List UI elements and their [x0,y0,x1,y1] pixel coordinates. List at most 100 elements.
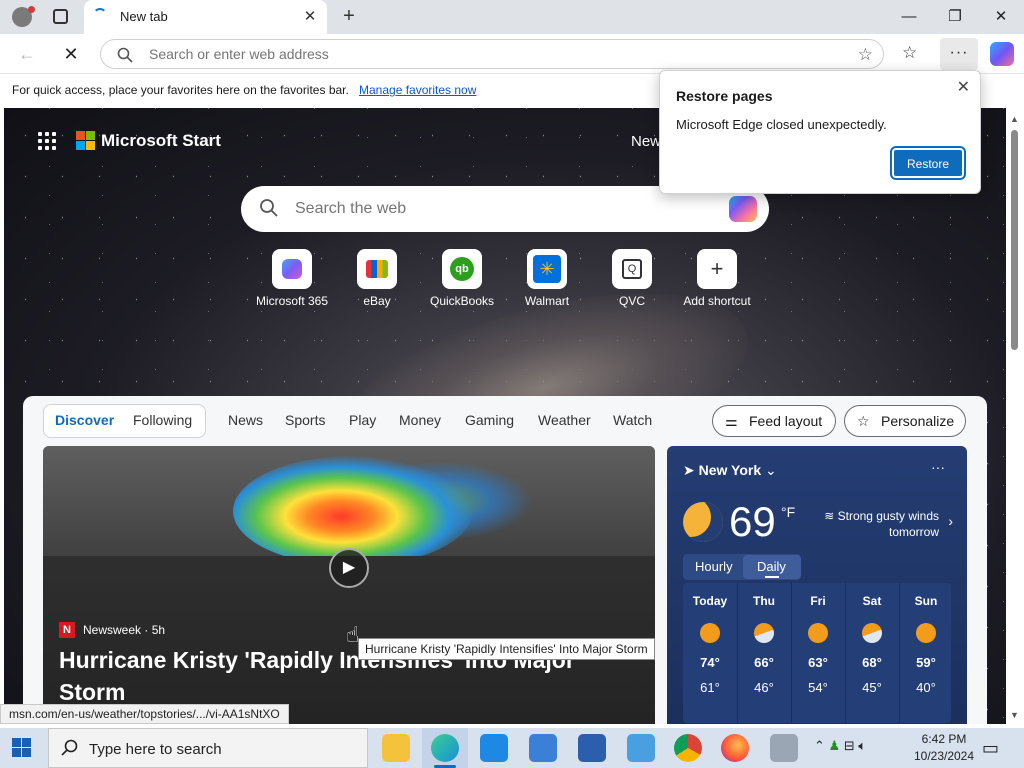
more-options-icon[interactable]: ··· [931,459,945,475]
back-button[interactable]: ← [14,42,40,66]
scroll-up-arrow-icon[interactable]: ▲ [1010,114,1019,124]
sun-icon [700,623,720,643]
qvc-icon: Q [622,259,642,279]
chrome-icon[interactable] [674,734,702,762]
search-icon [260,199,278,217]
paint-icon[interactable] [627,734,655,762]
mail-icon[interactable] [480,734,508,762]
forecast-day[interactable]: Fri 63° 54° [791,583,845,695]
stop-loading-button[interactable]: ✕ [58,42,84,66]
manage-favorites-link[interactable]: Manage favorites now [359,83,476,97]
taskbar-search-box[interactable]: Type here to search [48,728,368,768]
weather-location[interactable]: ➤ New York ⌄ [683,462,777,479]
forecast-day[interactable]: Today 74° 61° [683,583,737,695]
favorites-icon[interactable]: ☆ [902,43,917,63]
network-icon[interactable]: ⊟ [844,738,855,753]
page-scrollbar[interactable]: ▲ ▼ [1006,108,1024,724]
partly-cloudy-icon [862,623,882,643]
walmart-icon: ✳ [533,255,561,283]
tab-actions-icon[interactable] [53,9,68,24]
address-bar[interactable]: ☆ [100,39,884,69]
tab-gaming[interactable]: Gaming [465,412,514,428]
notification-icon[interactable]: ▭ [982,738,999,759]
hurricane-satellite-image [43,446,655,566]
tab-news[interactable]: News [228,412,263,428]
address-input[interactable] [149,40,829,68]
tab-watch[interactable]: Watch [613,412,652,428]
personalize-button[interactable]: ☆ Personalize [844,405,966,437]
tab-new-tab[interactable]: New tab ✕ [84,0,327,34]
chevron-up-icon[interactable]: ⌃ [814,738,825,753]
copilot-icon[interactable] [990,42,1014,66]
tab-daily[interactable]: Daily [757,559,786,574]
headline-tooltip: Hurricane Kristy 'Rapidly Intensifies' I… [358,638,655,660]
chevron-right-icon[interactable]: › [948,513,953,529]
restore-button[interactable]: Restore [890,146,966,180]
firefox-icon[interactable] [721,734,749,762]
forecast-day[interactable]: Sat 68° 45° [845,583,899,695]
tab-weather[interactable]: Weather [538,412,591,428]
status-url: msn.com/en-us/weather/topstories/.../vi-… [0,704,289,724]
new-tab-page: Microsoft Start New Microsoft 365 eBay q… [4,108,1006,724]
shortcut-microsoft-365[interactable]: Microsoft 365 [247,249,337,308]
close-tab-icon[interactable]: ✕ [301,8,319,26]
tab-sports[interactable]: Sports [285,412,325,428]
web-search-input[interactable] [295,186,695,232]
search-icon [61,739,78,756]
new-tab-button[interactable]: + [337,5,361,29]
shortcut-label: eBay [363,294,391,308]
shortcut-quickbooks[interactable]: qb QuickBooks [417,249,507,308]
system-tray[interactable]: ⌃ ♟ ⊟ 🔈︎ [814,738,866,754]
file-explorer-icon[interactable] [382,734,410,762]
forecast-day[interactable]: Sun 59° 40° [899,583,953,695]
shortcut-walmart[interactable]: ✳ Walmart [502,249,592,308]
title-bar: New tab ✕ + — ❐ ✕ [0,0,1024,34]
people-icon[interactable]: ♟ [829,738,841,753]
close-icon[interactable]: ✕ [957,77,970,97]
weather-card[interactable]: ➤ New York ⌄ ··· 69 °F ≋ Strong gusty wi… [667,446,967,724]
remote-desktop-icon[interactable] [770,734,798,762]
close-window-button[interactable]: ✕ [978,0,1024,34]
tab-money[interactable]: Money [399,412,441,428]
tab-play[interactable]: Play [349,412,376,428]
clock-date[interactable]: 10/23/2024 [908,749,980,763]
sun-icon [808,623,828,643]
restore-window-button[interactable]: ❐ [932,0,978,34]
hand-cursor-icon: ☝ [346,622,360,647]
sun-icon [916,623,936,643]
play-video-icon[interactable]: ▶ [329,548,369,588]
tab-hourly[interactable]: Hourly [695,559,733,574]
profile-alert-badge [28,6,35,13]
shortcut-ebay[interactable]: eBay [332,249,422,308]
forecast-day[interactable]: Thu 66° 46° [737,583,791,695]
clock-time[interactable]: 6:42 PM [916,732,972,746]
add-shortcut-button[interactable]: + Add shortcut [672,249,762,308]
hero-news-card[interactable]: ▶ N Newsweek · 5h Hurricane Kristy 'Rapi… [43,446,655,724]
store-icon[interactable] [529,734,557,762]
edge-icon[interactable] [431,734,459,762]
weather-condition[interactable]: ≋ Strong gusty winds tomorrow [809,508,939,540]
feed-layout-button[interactable]: ⚌ Feed layout [712,405,836,437]
newsweek-logo-icon: N [59,622,75,638]
windows-start-icon[interactable] [12,738,32,758]
scroll-down-arrow-icon[interactable]: ▼ [1010,710,1019,720]
app-launcher-icon[interactable] [38,132,58,152]
volume-icon[interactable]: 🔈︎ [858,738,866,753]
news-source: Newsweek · 5h [83,623,166,637]
temperature-unit[interactable]: °F [781,504,795,520]
minimize-button[interactable]: — [886,0,932,34]
scroll-thumb[interactable] [1011,130,1018,350]
shortcut-qvc[interactable]: Q QVC [587,249,677,308]
add-favorite-star-icon[interactable]: ☆ [858,45,873,65]
copilot-icon[interactable] [729,196,757,222]
settings-and-more-button[interactable]: ··· [940,38,978,70]
partly-cloudy-icon [754,623,774,643]
tab-discover[interactable]: Discover [55,412,114,428]
shortcut-label: QVC [618,294,645,308]
tab-following[interactable]: Following [133,412,192,428]
shortcut-label: Add shortcut [683,294,751,308]
brand-title[interactable]: Microsoft Start [101,131,221,151]
feed-layout-label: Feed layout [749,413,823,429]
nav-link-partial[interactable]: New [631,133,661,150]
video-app-icon[interactable] [578,734,606,762]
